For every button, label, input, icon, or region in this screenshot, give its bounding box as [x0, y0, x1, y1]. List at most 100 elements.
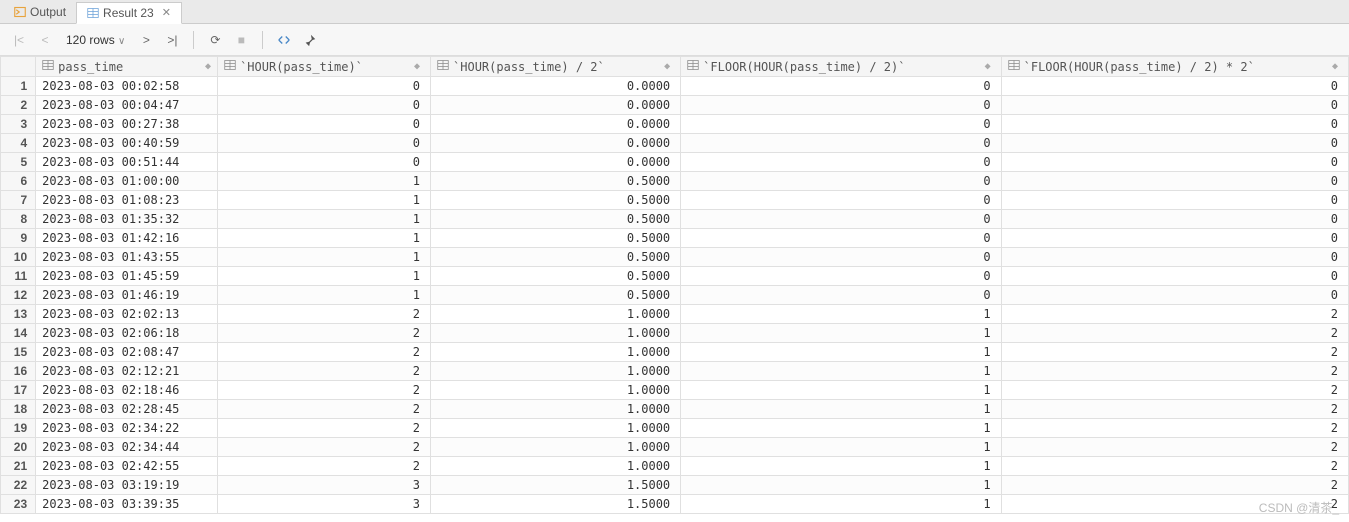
- row-number[interactable]: 16: [1, 362, 36, 381]
- cell-hour2[interactable]: 0.0000: [431, 134, 681, 153]
- cell-floorx2[interactable]: 2: [1001, 438, 1348, 457]
- cell-floor[interactable]: 0: [681, 191, 1001, 210]
- cell-hour2[interactable]: 0.5000: [431, 248, 681, 267]
- tab-output[interactable]: Output: [4, 2, 76, 22]
- row-number[interactable]: 20: [1, 438, 36, 457]
- cell-hour[interactable]: 2: [218, 324, 431, 343]
- cell-pass_time[interactable]: 2023-08-03 00:27:38: [36, 115, 218, 134]
- cell-floorx2[interactable]: 0: [1001, 286, 1348, 305]
- cell-pass_time[interactable]: 2023-08-03 02:12:21: [36, 362, 218, 381]
- cell-pass_time[interactable]: 2023-08-03 01:45:59: [36, 267, 218, 286]
- cell-floor[interactable]: 1: [681, 305, 1001, 324]
- cell-hour[interactable]: 0: [218, 153, 431, 172]
- cell-floorx2[interactable]: 0: [1001, 210, 1348, 229]
- cell-pass_time[interactable]: 2023-08-03 02:06:18: [36, 324, 218, 343]
- column-header-hour[interactable]: `HOUR(pass_time)`◆: [218, 57, 431, 77]
- cell-pass_time[interactable]: 2023-08-03 01:43:55: [36, 248, 218, 267]
- cell-hour2[interactable]: 0.5000: [431, 286, 681, 305]
- cell-floor[interactable]: 1: [681, 324, 1001, 343]
- row-number[interactable]: 9: [1, 229, 36, 248]
- row-number[interactable]: 18: [1, 400, 36, 419]
- cell-pass_time[interactable]: 2023-08-03 01:00:00: [36, 172, 218, 191]
- row-number[interactable]: 5: [1, 153, 36, 172]
- cell-hour[interactable]: 2: [218, 438, 431, 457]
- row-number[interactable]: 19: [1, 419, 36, 438]
- cell-floor[interactable]: 1: [681, 438, 1001, 457]
- table-row[interactable]: 192023-08-03 02:34:2221.000012: [1, 419, 1349, 438]
- cell-hour2[interactable]: 0.0000: [431, 96, 681, 115]
- nav-prev-button[interactable]: <: [36, 31, 54, 49]
- table-row[interactable]: 142023-08-03 02:06:1821.000012: [1, 324, 1349, 343]
- cell-floor[interactable]: 0: [681, 96, 1001, 115]
- cell-hour[interactable]: 1: [218, 172, 431, 191]
- table-row[interactable]: 42023-08-03 00:40:5900.000000: [1, 134, 1349, 153]
- cell-hour2[interactable]: 1.5000: [431, 495, 681, 514]
- cell-floor[interactable]: 0: [681, 153, 1001, 172]
- close-icon[interactable]: ✕: [162, 6, 171, 19]
- cell-hour[interactable]: 2: [218, 305, 431, 324]
- table-row[interactable]: 22023-08-03 00:04:4700.000000: [1, 96, 1349, 115]
- sort-icon[interactable]: ◆: [985, 61, 991, 72]
- cell-floorx2[interactable]: 0: [1001, 153, 1348, 172]
- cell-floorx2[interactable]: 2: [1001, 495, 1348, 514]
- cell-hour2[interactable]: 1.5000: [431, 476, 681, 495]
- table-row[interactable]: 72023-08-03 01:08:2310.500000: [1, 191, 1349, 210]
- pin-button[interactable]: [301, 31, 319, 49]
- cell-floorx2[interactable]: 2: [1001, 305, 1348, 324]
- cell-pass_time[interactable]: 2023-08-03 02:34:22: [36, 419, 218, 438]
- cell-floorx2[interactable]: 0: [1001, 248, 1348, 267]
- column-header-pass_time[interactable]: pass_time◆: [36, 57, 218, 77]
- cell-floor[interactable]: 0: [681, 172, 1001, 191]
- cell-hour2[interactable]: 0.5000: [431, 191, 681, 210]
- cell-floor[interactable]: 1: [681, 457, 1001, 476]
- cell-floor[interactable]: 0: [681, 77, 1001, 96]
- row-number[interactable]: 12: [1, 286, 36, 305]
- cell-hour2[interactable]: 1.0000: [431, 438, 681, 457]
- cell-pass_time[interactable]: 2023-08-03 01:35:32: [36, 210, 218, 229]
- table-row[interactable]: 232023-08-03 03:39:3531.500012: [1, 495, 1349, 514]
- row-number[interactable]: 7: [1, 191, 36, 210]
- cell-floorx2[interactable]: 2: [1001, 419, 1348, 438]
- cell-hour[interactable]: 0: [218, 77, 431, 96]
- cell-hour[interactable]: 0: [218, 134, 431, 153]
- row-number[interactable]: 11: [1, 267, 36, 286]
- cell-floorx2[interactable]: 0: [1001, 172, 1348, 191]
- cell-floorx2[interactable]: 2: [1001, 400, 1348, 419]
- cell-floorx2[interactable]: 0: [1001, 115, 1348, 134]
- sort-icon[interactable]: ◆: [205, 61, 211, 72]
- cell-floor[interactable]: 0: [681, 229, 1001, 248]
- cell-hour2[interactable]: 0.5000: [431, 172, 681, 191]
- cell-hour[interactable]: 2: [218, 457, 431, 476]
- cell-floorx2[interactable]: 0: [1001, 229, 1348, 248]
- cell-hour2[interactable]: 1.0000: [431, 419, 681, 438]
- cell-hour[interactable]: 2: [218, 343, 431, 362]
- cell-hour2[interactable]: 1.0000: [431, 362, 681, 381]
- table-row[interactable]: 102023-08-03 01:43:5510.500000: [1, 248, 1349, 267]
- cell-hour2[interactable]: 0.0000: [431, 153, 681, 172]
- cell-hour[interactable]: 1: [218, 229, 431, 248]
- cell-hour[interactable]: 1: [218, 267, 431, 286]
- cell-hour[interactable]: 2: [218, 381, 431, 400]
- table-row[interactable]: 212023-08-03 02:42:5521.000012: [1, 457, 1349, 476]
- cell-hour2[interactable]: 0.0000: [431, 115, 681, 134]
- column-header-hour2[interactable]: `HOUR(pass_time) / 2`◆: [431, 57, 681, 77]
- cell-floorx2[interactable]: 0: [1001, 96, 1348, 115]
- cell-floorx2[interactable]: 2: [1001, 343, 1348, 362]
- cell-hour2[interactable]: 1.0000: [431, 305, 681, 324]
- cell-pass_time[interactable]: 2023-08-03 00:04:47: [36, 96, 218, 115]
- row-number[interactable]: 8: [1, 210, 36, 229]
- cell-hour[interactable]: 1: [218, 210, 431, 229]
- cell-floorx2[interactable]: 0: [1001, 134, 1348, 153]
- table-row[interactable]: 222023-08-03 03:19:1931.500012: [1, 476, 1349, 495]
- refresh-button[interactable]: ⟳: [206, 31, 224, 49]
- table-row[interactable]: 122023-08-03 01:46:1910.500000: [1, 286, 1349, 305]
- cell-hour[interactable]: 1: [218, 248, 431, 267]
- cell-pass_time[interactable]: 2023-08-03 02:28:45: [36, 400, 218, 419]
- column-header-floor[interactable]: `FLOOR(HOUR(pass_time) / 2)`◆: [681, 57, 1001, 77]
- row-number[interactable]: 2: [1, 96, 36, 115]
- cell-hour2[interactable]: 1.0000: [431, 343, 681, 362]
- nav-last-button[interactable]: >|: [163, 31, 181, 49]
- cell-hour2[interactable]: 1.0000: [431, 400, 681, 419]
- table-row[interactable]: 92023-08-03 01:42:1610.500000: [1, 229, 1349, 248]
- cell-pass_time[interactable]: 2023-08-03 01:42:16: [36, 229, 218, 248]
